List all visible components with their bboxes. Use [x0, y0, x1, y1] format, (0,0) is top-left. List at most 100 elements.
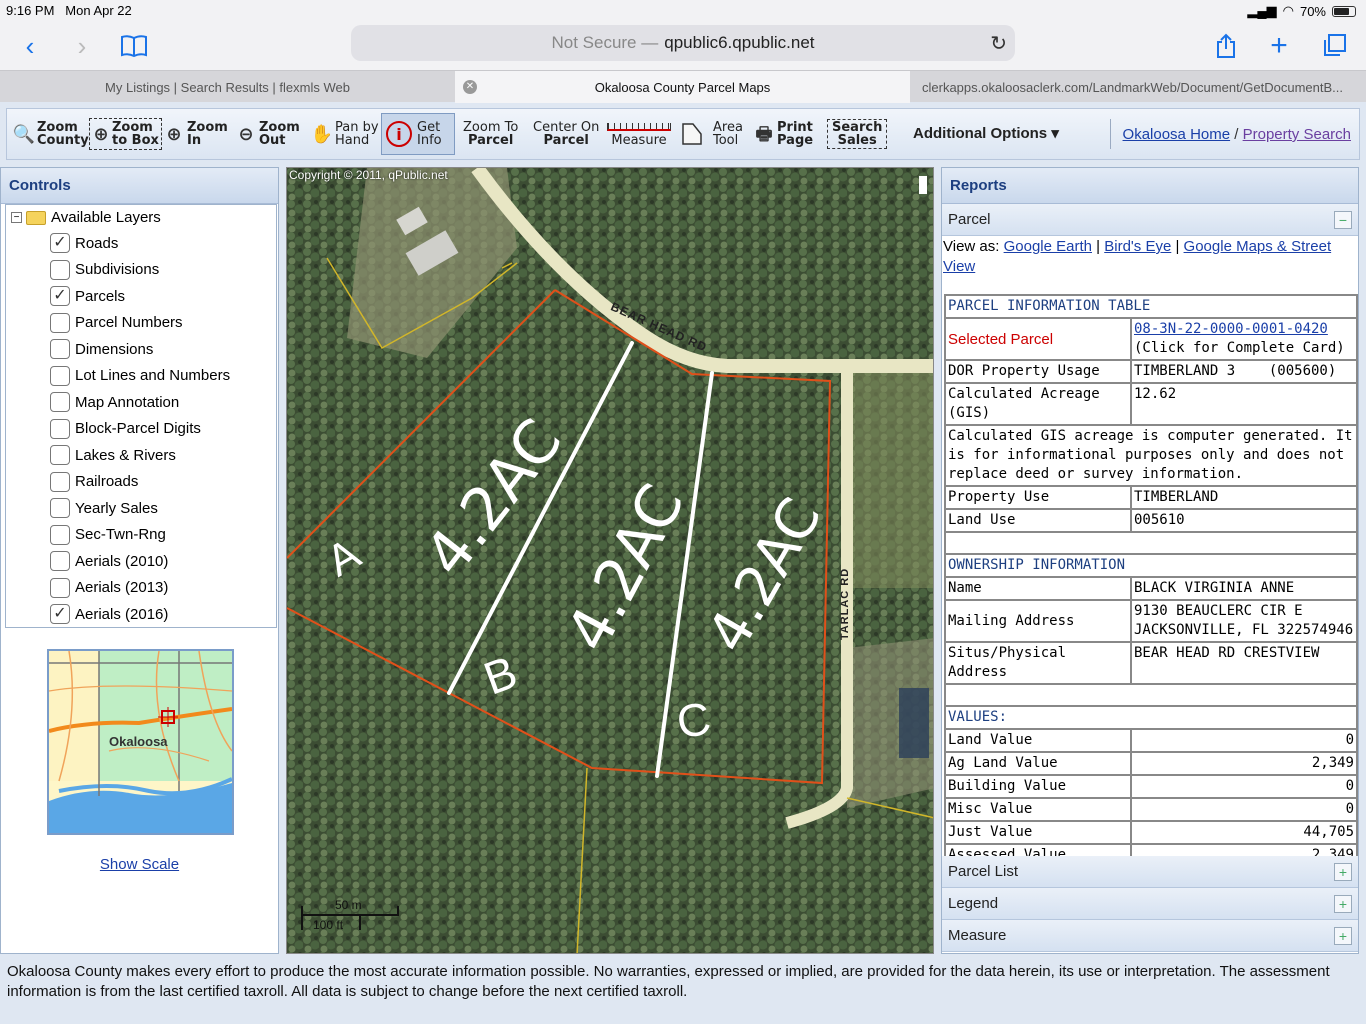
- available-layers-node[interactable]: − Available Layers: [11, 209, 161, 226]
- show-scale-link[interactable]: Show Scale: [1, 856, 278, 873]
- tabs-icon[interactable]: [1316, 28, 1352, 64]
- layer-item[interactable]: Subdivisions: [50, 258, 159, 282]
- layer-checkbox[interactable]: [50, 524, 70, 545]
- layer-item[interactable]: Sec-Twn-Rng: [50, 523, 166, 547]
- layer-item[interactable]: Yearly Sales: [50, 496, 158, 520]
- layer-checkbox[interactable]: [50, 418, 70, 439]
- legend-section[interactable]: Legend +: [942, 888, 1358, 920]
- layer-checkbox[interactable]: ✓: [50, 233, 70, 253]
- expand-icon[interactable]: +: [1334, 927, 1352, 945]
- situs-address-value: BEAR HEAD RD CRESTVIEW: [1130, 641, 1358, 685]
- parcel-list-section[interactable]: Parcel List +: [942, 856, 1358, 888]
- property-use-value: TIMBERLAND: [1130, 485, 1358, 510]
- google-earth-link[interactable]: Google Earth: [1004, 238, 1092, 255]
- birds-eye-link[interactable]: Bird's Eye: [1104, 238, 1171, 255]
- layer-checkbox[interactable]: [50, 392, 70, 412]
- layer-checkbox[interactable]: ✓: [50, 286, 70, 306]
- map-view[interactable]: Copyright © 2011, qPublic.net BEAR HEAD …: [286, 167, 934, 954]
- center-on-parcel-tool[interactable]: Center On Parcel: [533, 113, 599, 155]
- toolbar-divider: [1110, 119, 1111, 149]
- expand-icon[interactable]: +: [1334, 895, 1352, 913]
- layer-label: Map Annotation: [75, 393, 180, 411]
- layer-item[interactable]: ✓ Parcels: [50, 284, 125, 308]
- printer-icon: 🖶: [755, 123, 773, 145]
- reports-header: Reports: [942, 168, 1358, 204]
- tab-flexmls[interactable]: My Listings | Search Results | flexmls W…: [0, 71, 455, 103]
- area-tool[interactable]: Area Tool: [681, 113, 743, 155]
- parcel-info-header: PARCEL INFORMATION TABLE: [944, 294, 1358, 319]
- layer-item[interactable]: Lot Lines and Numbers: [50, 364, 230, 388]
- layer-checkbox[interactable]: [50, 365, 70, 386]
- reload-icon[interactable]: ↻: [990, 31, 1007, 56]
- additional-options-menu[interactable]: Additional Options ▾: [913, 124, 1059, 142]
- layer-checkbox[interactable]: [50, 445, 70, 465]
- forward-icon[interactable]: ›: [64, 28, 100, 64]
- complete-card-label: (Click for Complete Card): [1134, 340, 1345, 356]
- zoom-in-tool[interactable]: ⊕ Zoom In: [163, 113, 227, 155]
- property-search-link[interactable]: Property Search: [1243, 126, 1351, 143]
- layer-checkbox[interactable]: [50, 339, 70, 359]
- layer-item[interactable]: ✓ Roads: [50, 231, 118, 255]
- layer-item[interactable]: Lakes & Rivers: [50, 443, 176, 467]
- pan-tool[interactable]: ✋ Pan by Hand: [311, 113, 379, 155]
- expand-icon[interactable]: +: [1334, 863, 1352, 881]
- print-page-tool[interactable]: 🖶 Print Page: [753, 113, 814, 155]
- tab-parcel-maps[interactable]: ✕ Okaloosa County Parcel Maps: [455, 71, 910, 103]
- back-icon[interactable]: ‹: [12, 28, 48, 64]
- status-time: 9:16 PM: [6, 3, 55, 18]
- layer-label: Parcel Numbers: [75, 314, 183, 331]
- layer-checkbox[interactable]: [50, 259, 70, 280]
- value-row: Just Value 44,705: [944, 820, 1358, 845]
- value-row: Misc Value 0: [944, 797, 1358, 822]
- browser-nav-bar: ‹ › Not Secure — qpublic6.qpublic.net ↻ …: [0, 22, 1366, 70]
- bookmarks-icon[interactable]: [116, 28, 152, 64]
- layer-checkbox[interactable]: [50, 577, 70, 598]
- wifi-icon: ◠: [1282, 3, 1294, 18]
- layer-label: Railroads: [75, 473, 139, 490]
- search-sales-tool[interactable]: Search Sales: [827, 113, 888, 155]
- layer-checkbox[interactable]: [50, 551, 70, 571]
- measure-tool[interactable]: Measure: [607, 113, 671, 155]
- zoom-to-parcel-tool[interactable]: Zoom To Parcel: [463, 113, 518, 155]
- layers-tree: − Available Layers ✓ Roads Subdivisions ✓ Pa…: [5, 204, 277, 628]
- not-secure-label: Not Secure —: [551, 33, 659, 52]
- zoom-out-icon: ⊖: [238, 123, 254, 145]
- layer-item[interactable]: Aerials (2010): [50, 549, 168, 573]
- address-bar[interactable]: Not Secure — qpublic6.qpublic.net ↻: [351, 25, 1015, 61]
- road-label-tarlac: TARLAC RD: [839, 567, 852, 641]
- get-info-tool[interactable]: i Get Info: [381, 113, 455, 155]
- tab-clerkapps[interactable]: clerkapps.okaloosaclerk.com/LandmarkWeb/…: [910, 71, 1366, 103]
- overview-map[interactable]: Okaloosa: [47, 649, 234, 835]
- zoom-county-tool[interactable]: 🔍 Zoom County: [13, 113, 89, 155]
- controls-panel: Controls − Available Layers ✓ Roads Subdiv…: [0, 167, 279, 954]
- close-tab-icon[interactable]: ✕: [463, 80, 477, 94]
- zoom-box-icon: ⊕: [93, 123, 109, 145]
- map-fullscreen-icon[interactable]: [919, 176, 927, 194]
- reports-panel: Reports Parcel − View as: Google Earth |…: [941, 167, 1359, 954]
- share-icon[interactable]: [1208, 28, 1244, 64]
- zoom-to-box-tool[interactable]: ⊕ Zoom to Box: [89, 113, 162, 155]
- parcel-id-link[interactable]: 08-3N-22-0000-0001-0420: [1134, 321, 1328, 337]
- layer-item[interactable]: Aerials (2013): [50, 576, 168, 600]
- layer-checkbox[interactable]: [50, 498, 70, 518]
- zoom-out-tool[interactable]: ⊖ Zoom Out: [235, 113, 299, 155]
- measure-section[interactable]: Measure +: [942, 920, 1358, 952]
- collapse-parcel-icon[interactable]: −: [1334, 211, 1352, 229]
- layer-item[interactable]: Parcel Numbers: [50, 311, 183, 335]
- layer-item[interactable]: Dimensions: [50, 337, 153, 361]
- layer-checkbox[interactable]: ✓: [50, 604, 70, 624]
- layer-item[interactable]: Block-Parcel Digits: [50, 417, 201, 441]
- parcel-info-scroll[interactable]: PARCEL INFORMATION TABLE Selected Parcel…: [944, 294, 1358, 856]
- layer-checkbox[interactable]: [50, 312, 70, 333]
- new-tab-icon[interactable]: +: [1261, 28, 1297, 64]
- layer-item[interactable]: ✓ Aerials (2016): [50, 602, 168, 626]
- layer-checkbox[interactable]: [50, 471, 70, 492]
- okaloosa-home-link[interactable]: Okaloosa Home: [1123, 126, 1231, 143]
- selected-parcel-label: Selected Parcel: [944, 317, 1132, 361]
- collapse-icon[interactable]: −: [11, 212, 22, 223]
- parcel-section-header[interactable]: Parcel −: [942, 204, 1358, 236]
- dor-usage-value: TIMBERLAND 3 (005600): [1130, 359, 1358, 384]
- layer-item[interactable]: Railroads: [50, 470, 138, 494]
- layer-item[interactable]: Map Annotation: [50, 390, 179, 414]
- layer-label: Lot Lines and Numbers: [75, 367, 231, 384]
